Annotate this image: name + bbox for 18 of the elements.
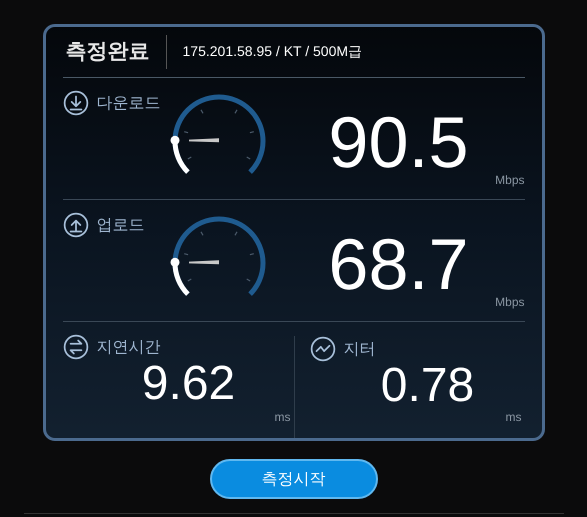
swap-arrows-icon	[62, 334, 88, 360]
upload-icon	[62, 212, 88, 238]
status-title: 측정완료	[62, 35, 166, 69]
speed-label: 업로드	[96, 216, 144, 236]
unit-label: Mbps	[495, 295, 524, 311]
download-icon	[62, 90, 88, 116]
connection-info: 175.201.58.95 / KT / 500M급	[182, 43, 362, 61]
metric-label: 지터	[344, 340, 376, 360]
unit-label: Mbps	[495, 173, 524, 189]
speed-value: 68.7	[328, 224, 469, 300]
unit-label: ms	[274, 410, 290, 426]
metric-label: 지연시간	[96, 338, 160, 358]
speed-value: 90.5	[328, 102, 469, 178]
metric-value: 9.62	[140, 360, 236, 412]
metric-value: 0.78	[380, 362, 474, 414]
speed-label: 다운로드	[96, 94, 160, 114]
unit-label: ms	[506, 410, 522, 426]
start-test-button[interactable]: 측정시작	[210, 459, 378, 499]
